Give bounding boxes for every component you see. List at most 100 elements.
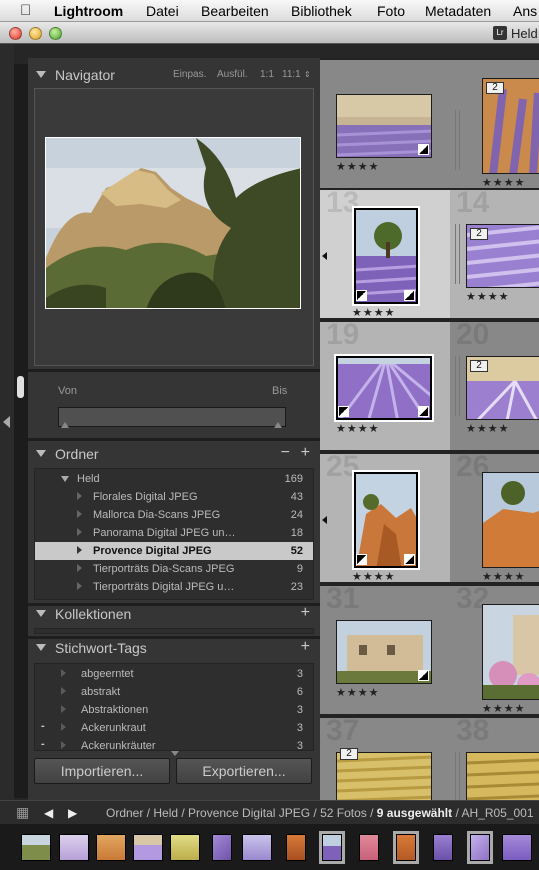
keyword-tags-header[interactable]: Stichwort-Tags [36, 640, 147, 656]
keyword-triangle-icon[interactable] [61, 687, 66, 695]
remove-folder-button[interactable]: − [281, 444, 290, 462]
keyword-item[interactable]: - Ackerunkraut 3 [35, 719, 313, 737]
grid-cell[interactable]: 31 ★★★★ [320, 584, 450, 714]
star-rating[interactable]: ★★★★ [466, 290, 509, 303]
filmstrip-thumbnail[interactable] [242, 834, 272, 861]
disclosure-triangle-icon[interactable] [36, 71, 46, 78]
navigator-zoom-option[interactable]: 11:1 [282, 69, 301, 80]
scroll-down-icon[interactable] [171, 751, 179, 756]
range-to-handle[interactable] [274, 422, 282, 428]
menu-metadaten[interactable]: Metadaten [425, 3, 491, 19]
navigator-fill-option[interactable]: Ausfül. [217, 69, 248, 80]
keyword-triangle-icon[interactable] [61, 705, 66, 713]
photo-thumbnail[interactable] [482, 472, 539, 568]
breadcrumb-path[interactable]: Ordner / Held / Provence Digital JPEG / … [106, 806, 377, 820]
grid-cell[interactable]: ★★★★ [320, 60, 450, 188]
folder-item[interactable]: Florales Digital JPEG 43 [35, 488, 313, 506]
add-folder-button[interactable]: + [301, 444, 310, 462]
left-panel-toggle[interactable] [0, 44, 14, 800]
photo-thumbnail[interactable] [482, 604, 539, 700]
filmstrip-thumbnail[interactable] [502, 834, 532, 861]
star-rating[interactable]: ★★★★ [466, 422, 509, 435]
zoom-dropdown-icon[interactable]: ⇕ [304, 70, 311, 79]
date-range-slider[interactable] [58, 407, 286, 427]
folder-triangle-icon[interactable] [77, 510, 82, 518]
stack-collapse-icon[interactable] [322, 252, 327, 260]
grid-cell-selected[interactable]: 13 ★★★★ [320, 188, 450, 319]
keyword-item[interactable]: - Ackerunkräuter 3 [35, 737, 313, 750]
stack-count-badge[interactable]: 2 [470, 228, 488, 240]
left-panel-scrollbar[interactable] [14, 64, 28, 798]
folder-item-selected[interactable]: Provence Digital JPEG 52 [35, 542, 313, 560]
grid-cell[interactable]: 32 ★★★★ [450, 584, 539, 715]
export-button[interactable]: Exportieren... [176, 758, 312, 784]
collapse-left-arrow-icon[interactable] [3, 416, 10, 428]
menu-datei[interactable]: Datei [146, 3, 179, 19]
grid-cell[interactable]: 2 ★★★★ [450, 60, 539, 189]
keyword-triangle-icon[interactable] [61, 669, 66, 677]
filmstrip-thumbnail-selected[interactable] [396, 834, 416, 861]
stack-count-badge[interactable]: 2 [486, 82, 504, 94]
stack-count-badge[interactable]: 2 [340, 748, 358, 760]
menu-bibliothek[interactable]: Bibliothek [291, 3, 352, 19]
photo-thumbnail[interactable] [466, 752, 539, 800]
grid-cell[interactable]: 26 ★★★★ [450, 452, 539, 583]
filmstrip-thumbnail[interactable] [286, 834, 306, 861]
folder-item[interactable]: Mallorca Dia-Scans JPEG 24 [35, 506, 313, 524]
grid-cell[interactable]: 20 2 ★★★★ [450, 320, 539, 450]
star-rating[interactable]: ★★★★ [336, 160, 379, 173]
filmstrip-thumbnail[interactable] [133, 834, 163, 861]
stack-collapse-icon[interactable] [322, 516, 327, 524]
grid-cell[interactable]: 19 ★★★★ [320, 320, 450, 450]
navigator-header[interactable]: Navigator [36, 67, 115, 83]
keyword-triangle-icon[interactable] [61, 741, 66, 749]
star-rating[interactable]: ★★★★ [336, 686, 379, 699]
minimize-button[interactable] [29, 27, 42, 40]
folders-header[interactable]: Ordner [36, 446, 99, 462]
filmstrip-thumbnail[interactable] [170, 834, 200, 861]
folder-triangle-icon[interactable] [77, 528, 82, 536]
zoom-button[interactable] [49, 27, 62, 40]
filmstrip-thumbnail[interactable] [21, 834, 51, 861]
grid-cell[interactable]: 37 2 [320, 716, 450, 800]
menu-ansicht[interactable]: Ans [513, 3, 537, 19]
folder-triangle-icon[interactable] [77, 492, 82, 500]
stack-count-badge[interactable]: 2 [470, 360, 488, 372]
keyword-triangle-icon[interactable] [61, 723, 66, 731]
folder-item[interactable]: Panorama Digital JPEG un… 18 [35, 524, 313, 542]
scrollbar-thumb[interactable] [17, 376, 24, 398]
import-button[interactable]: Importieren... [34, 758, 170, 784]
close-button[interactable] [9, 27, 22, 40]
add-collection-button[interactable]: + [301, 604, 310, 622]
collections-header[interactable]: Kollektionen [36, 606, 131, 622]
navigator-fit-option[interactable]: Einpas. [173, 69, 206, 80]
folder-item[interactable]: Tierporträts Dia-Scans JPEG 9 [35, 560, 313, 578]
folder-root-held[interactable]: Held 169 [35, 470, 313, 488]
star-rating[interactable]: ★★★★ [336, 422, 379, 435]
folder-triangle-icon[interactable] [77, 546, 82, 554]
filmstrip-thumbnail[interactable] [96, 834, 126, 861]
disclosure-triangle-icon[interactable] [36, 644, 46, 651]
grid-view-icon[interactable]: ▦ [16, 804, 29, 821]
filmstrip-thumbnail-selected[interactable] [470, 834, 490, 861]
range-from-handle[interactable] [61, 422, 69, 428]
disclosure-triangle-icon[interactable] [36, 450, 46, 457]
keyword-item[interactable]: abgeerntet 3 [35, 665, 313, 683]
navigator-preview-image[interactable] [45, 137, 301, 309]
disclosure-triangle-icon[interactable] [36, 610, 46, 617]
filmstrip-thumbnail[interactable] [59, 834, 89, 861]
filmstrip-thumbnail[interactable] [433, 834, 453, 861]
filmstrip-thumbnail[interactable] [212, 834, 232, 861]
apple-icon[interactable]:  [20, 2, 31, 19]
menu-bearbeiten[interactable]: Bearbeiten [201, 3, 269, 19]
navigator-1to1-option[interactable]: 1:1 [260, 69, 274, 80]
filmstrip-thumbnail[interactable] [359, 834, 379, 861]
keyword-item[interactable]: abstrakt 6 [35, 683, 313, 701]
forward-arrow-icon[interactable]: ▶ [68, 806, 77, 820]
menu-app-name[interactable]: Lightroom [54, 3, 123, 19]
folder-triangle-icon[interactable] [77, 582, 82, 590]
filmstrip-thumbnail-selected[interactable] [322, 834, 342, 861]
grid-cell[interactable]: 14 2 ★★★★ [450, 188, 539, 318]
add-keyword-button[interactable]: + [301, 638, 310, 656]
back-arrow-icon[interactable]: ◀ [44, 806, 53, 820]
